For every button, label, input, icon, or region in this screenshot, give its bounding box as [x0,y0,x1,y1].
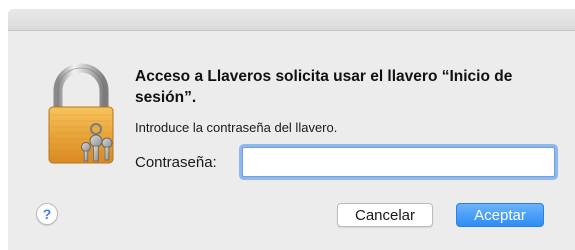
cancel-button[interactable]: Cancelar [337,203,433,227]
dialog-message: Introduce la contraseña del llavero. [135,120,338,135]
cancel-button-label: Cancelar [354,206,416,224]
help-button[interactable]: ? [36,203,58,225]
help-icon: ? [42,206,52,222]
password-field[interactable] [242,147,555,177]
keychain-access-dialog: Acceso a Llaveros solicita usar el llave… [8,9,575,250]
password-label: Contraseña: [135,154,217,171]
window-titlebar[interactable] [8,9,575,31]
lock-with-keys-icon [48,63,114,164]
dialog-title: Acceso a Llaveros solicita usar el llave… [135,68,513,106]
accept-button-label: Aceptar [474,206,526,224]
accept-button[interactable]: Aceptar [456,203,544,227]
